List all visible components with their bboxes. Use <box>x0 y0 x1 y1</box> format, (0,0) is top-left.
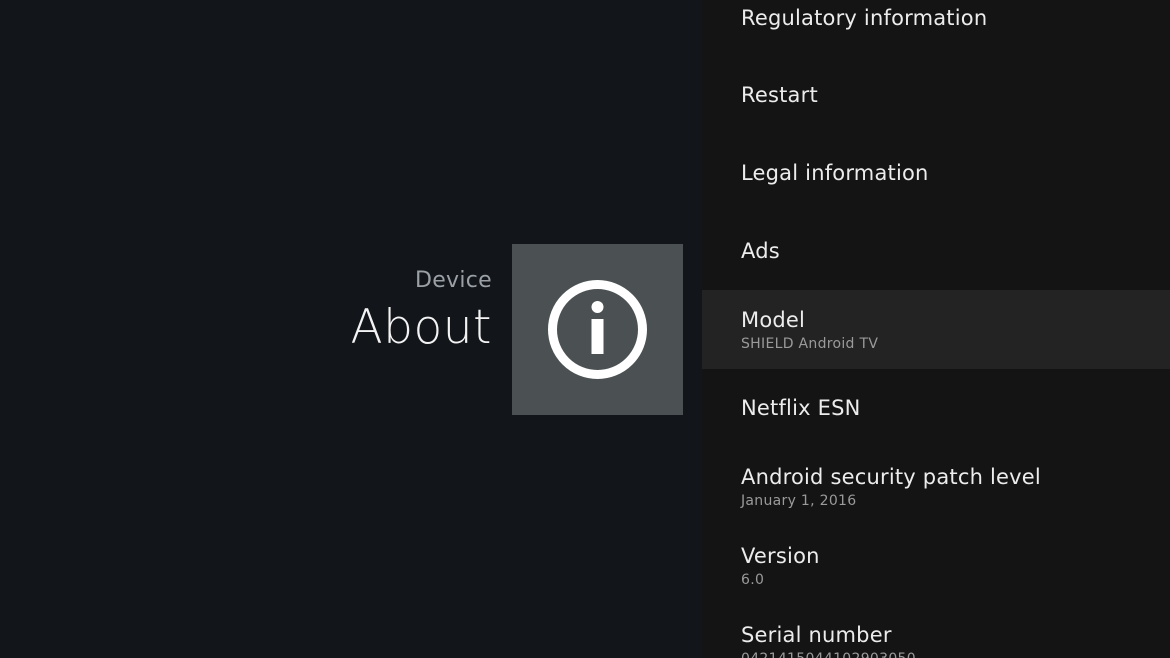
header-pane: Device About <box>0 0 702 658</box>
menu-item-summary: SHIELD Android TV <box>741 336 879 352</box>
menu-item-android-security-patch-level[interactable]: Android security patch level January 1, … <box>702 447 1170 526</box>
icon-tile <box>512 244 683 415</box>
menu-item-summary: January 1, 2016 <box>741 493 857 509</box>
menu-item-model[interactable]: Model SHIELD Android TV <box>702 290 1170 369</box>
menu-item-summary: 6.0 <box>741 572 765 588</box>
menu-item-restart[interactable]: Restart <box>702 56 1170 135</box>
menu-item-title: Restart <box>741 83 818 107</box>
menu-item-title: Regulatory information <box>741 6 988 30</box>
menu-item-title: Version <box>741 544 820 568</box>
breadcrumb: Device <box>414 268 492 293</box>
settings-list: Regulatory information Restart Legal inf… <box>702 0 1170 658</box>
info-icon <box>548 280 647 379</box>
menu-item-title: Model <box>741 308 806 332</box>
menu-item-legal-information[interactable]: Legal information <box>702 134 1170 213</box>
menu-item-title: Ads <box>741 239 780 263</box>
menu-item-title: Netflix ESN <box>741 396 861 420</box>
menu-item-netflix-esn[interactable]: Netflix ESN <box>702 369 1170 448</box>
menu-item-title: Android security patch level <box>741 465 1041 489</box>
menu-item-title: Legal information <box>741 161 929 185</box>
menu-item-title: Serial number <box>741 623 892 647</box>
menu-item-ads[interactable]: Ads <box>702 212 1170 291</box>
menu-item-summary: 0421415044102903050 <box>741 651 1170 658</box>
page-title: About <box>350 300 492 355</box>
menu-item-version[interactable]: Version 6.0 <box>702 526 1170 605</box>
menu-item-serial-number[interactable]: Serial number 0421415044102903050 <box>702 605 1170 658</box>
